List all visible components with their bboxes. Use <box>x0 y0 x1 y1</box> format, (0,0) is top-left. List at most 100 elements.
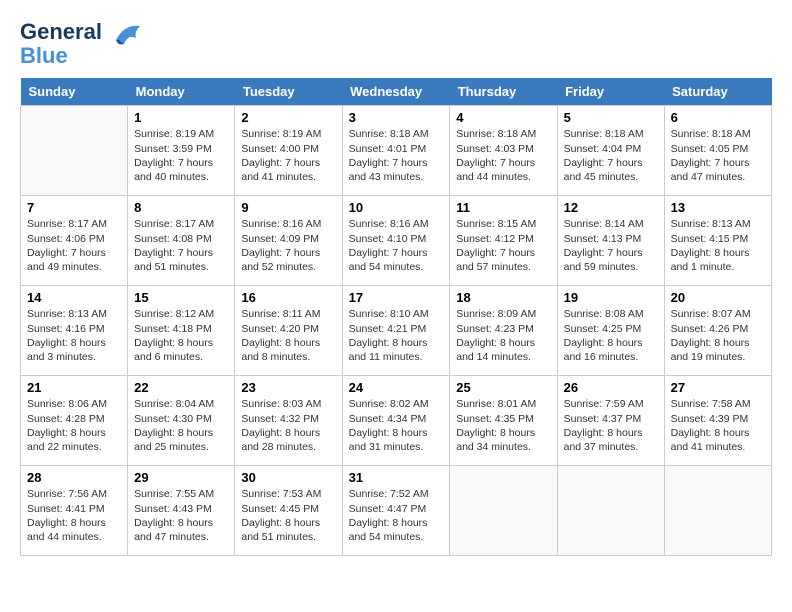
date-number: 2 <box>241 110 335 125</box>
calendar-cell <box>21 106 128 196</box>
day-header-thursday: Thursday <box>450 78 557 106</box>
sunrise-text: Sunrise: 7:56 AM <box>27 487 121 501</box>
calendar-cell: 30Sunrise: 7:53 AMSunset: 4:45 PMDayligh… <box>235 466 342 556</box>
date-number: 18 <box>456 290 550 305</box>
daylight-text: Daylight: 7 hours and 41 minutes. <box>241 156 335 184</box>
calendar-cell: 14 Sunrise: 8:13 AMSunset: 4:16 PMDayligh… <box>21 286 128 376</box>
sunrise-text: Sunrise: 8:09 AM <box>456 307 550 321</box>
day-header-saturday: Saturday <box>664 78 771 106</box>
sunset-text: Sunset: 4:37 PM <box>564 412 658 426</box>
sunrise-text: Sunrise: 8:15 AM <box>456 217 550 231</box>
sunrise-text: Sunrise: 8:19 AM <box>241 127 335 141</box>
calendar-cell: 24Sunrise: 8:02 AMSunset: 4:34 PMDayligh… <box>342 376 450 466</box>
daylight-text: Daylight: 8 hours and 47 minutes. <box>134 516 228 544</box>
daylight-text: Daylight: 8 hours and 3 minutes. <box>27 336 121 364</box>
daylight-text: Daylight: 7 hours and 43 minutes. <box>349 156 444 184</box>
sunset-text: Sunset: 3:59 PM <box>134 142 228 156</box>
calendar-cell: 19Sunrise: 8:08 AMSunset: 4:25 PMDayligh… <box>557 286 664 376</box>
daylight-text: Daylight: 8 hours and 22 minutes. <box>27 426 121 454</box>
calendar-cell: 8Sunrise: 8:17 AMSunset: 4:08 PMDaylight… <box>128 196 235 286</box>
daylight-text: Daylight: 8 hours and 54 minutes. <box>349 516 444 544</box>
daylight-text: Daylight: 8 hours and 25 minutes. <box>134 426 228 454</box>
calendar-cell: 25Sunrise: 8:01 AMSunset: 4:35 PMDayligh… <box>450 376 557 466</box>
sunset-text: Sunset: 4:25 PM <box>564 322 658 336</box>
sunrise-text: Sunrise: 8:07 AM <box>671 307 765 321</box>
calendar-cell: 29Sunrise: 7:55 AMSunset: 4:43 PMDayligh… <box>128 466 235 556</box>
sunset-text: Sunset: 4:26 PM <box>671 322 765 336</box>
date-number: 19 <box>564 290 658 305</box>
sunset-text: Sunset: 4:41 PM <box>27 502 121 516</box>
sunrise-text: Sunrise: 8:04 AM <box>134 397 228 411</box>
daylight-text: Daylight: 7 hours and 44 minutes. <box>456 156 550 184</box>
sunset-text: Sunset: 4:08 PM <box>134 232 228 246</box>
sunset-text: Sunset: 4:47 PM <box>349 502 444 516</box>
date-number: 21 <box>27 380 121 395</box>
sunset-text: Sunset: 4:15 PM <box>671 232 765 246</box>
sunrise-text: Sunrise: 8:19 AM <box>134 127 228 141</box>
date-number: 15 <box>134 290 228 305</box>
sunset-text: Sunset: 4:20 PM <box>241 322 335 336</box>
sunrise-text: Sunrise: 8:18 AM <box>671 127 765 141</box>
daylight-text: Daylight: 8 hours and 44 minutes. <box>27 516 121 544</box>
sunset-text: Sunset: 4:21 PM <box>349 322 444 336</box>
logo-bird-icon <box>106 18 144 61</box>
day-header-row: SundayMondayTuesdayWednesdayThursdayFrid… <box>21 78 772 106</box>
sunrise-text: Sunrise: 8:17 AM <box>27 217 121 231</box>
calendar-cell: 6 Sunrise: 8:18 AMSunset: 4:05 PMDaylight… <box>664 106 771 196</box>
logo-general: General <box>20 20 102 44</box>
date-number: 26 <box>564 380 658 395</box>
sunset-text: Sunset: 4:43 PM <box>134 502 228 516</box>
sunrise-text: Sunrise: 8:13 AM <box>27 307 121 321</box>
week-row-1: 1Sunrise: 8:19 AMSunset: 3:59 PMDaylight… <box>21 106 772 196</box>
daylight-text: Daylight: 7 hours and 52 minutes. <box>241 246 335 274</box>
date-number: 25 <box>456 380 550 395</box>
page-header: General Blue <box>20 20 772 68</box>
date-number: 9 <box>241 200 335 215</box>
daylight-text: Daylight: 8 hours and 34 minutes. <box>456 426 550 454</box>
sunrise-text: Sunrise: 8:10 AM <box>349 307 444 321</box>
calendar-cell: 15Sunrise: 8:12 AMSunset: 4:18 PMDayligh… <box>128 286 235 376</box>
logo-blue: Blue <box>20 44 102 68</box>
date-number: 29 <box>134 470 228 485</box>
calendar-cell: 4Sunrise: 8:18 AMSunset: 4:03 PMDaylight… <box>450 106 557 196</box>
sunset-text: Sunset: 4:05 PM <box>671 142 765 156</box>
day-header-sunday: Sunday <box>21 78 128 106</box>
sunset-text: Sunset: 4:09 PM <box>241 232 335 246</box>
sunset-text: Sunset: 4:06 PM <box>27 232 121 246</box>
sunrise-text: Sunrise: 8:12 AM <box>134 307 228 321</box>
sunset-text: Sunset: 4:03 PM <box>456 142 550 156</box>
date-number: 24 <box>349 380 444 395</box>
date-number: 10 <box>349 200 444 215</box>
calendar-cell: 27Sunrise: 7:58 AMSunset: 4:39 PMDayligh… <box>664 376 771 466</box>
week-row-5: 28Sunrise: 7:56 AMSunset: 4:41 PMDayligh… <box>21 466 772 556</box>
calendar-cell: 21Sunrise: 8:06 AMSunset: 4:28 PMDayligh… <box>21 376 128 466</box>
sunset-text: Sunset: 4:18 PM <box>134 322 228 336</box>
calendar-cell <box>664 466 771 556</box>
daylight-text: Daylight: 7 hours and 47 minutes. <box>671 156 765 184</box>
daylight-text: Daylight: 8 hours and 31 minutes. <box>349 426 444 454</box>
calendar-cell: 13Sunrise: 8:13 AMSunset: 4:15 PMDayligh… <box>664 196 771 286</box>
day-header-tuesday: Tuesday <box>235 78 342 106</box>
day-header-wednesday: Wednesday <box>342 78 450 106</box>
sunset-text: Sunset: 4:04 PM <box>564 142 658 156</box>
date-number: 31 <box>349 470 444 485</box>
date-number: 30 <box>241 470 335 485</box>
calendar-cell: 2Sunrise: 8:19 AMSunset: 4:00 PMDaylight… <box>235 106 342 196</box>
date-number: 28 <box>27 470 121 485</box>
calendar-cell: 11Sunrise: 8:15 AMSunset: 4:12 PMDayligh… <box>450 196 557 286</box>
calendar-cell: 3Sunrise: 8:18 AMSunset: 4:01 PMDaylight… <box>342 106 450 196</box>
calendar-cell: 26Sunrise: 7:59 AMSunset: 4:37 PMDayligh… <box>557 376 664 466</box>
daylight-text: Daylight: 8 hours and 37 minutes. <box>564 426 658 454</box>
calendar-cell: 9Sunrise: 8:16 AMSunset: 4:09 PMDaylight… <box>235 196 342 286</box>
date-number: 6 <box>671 110 765 125</box>
calendar-cell: 18Sunrise: 8:09 AMSunset: 4:23 PMDayligh… <box>450 286 557 376</box>
date-number: 14 <box>27 290 121 305</box>
logo: General Blue <box>20 20 144 68</box>
sunset-text: Sunset: 4:16 PM <box>27 322 121 336</box>
daylight-text: Daylight: 7 hours and 49 minutes. <box>27 246 121 274</box>
daylight-text: Daylight: 7 hours and 59 minutes. <box>564 246 658 274</box>
daylight-text: Daylight: 7 hours and 54 minutes. <box>349 246 444 274</box>
sunset-text: Sunset: 4:13 PM <box>564 232 658 246</box>
sunrise-text: Sunrise: 8:18 AM <box>349 127 444 141</box>
date-number: 5 <box>564 110 658 125</box>
